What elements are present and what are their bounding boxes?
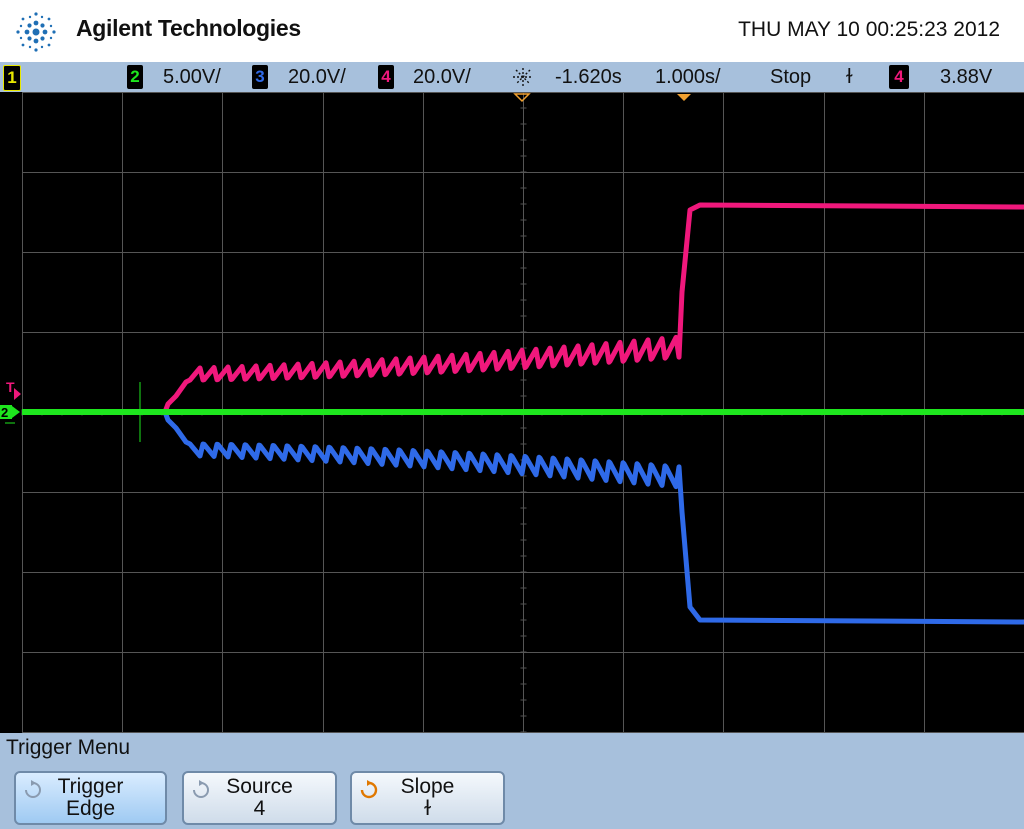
- trigger-source-softkey[interactable]: Source 4: [182, 771, 337, 825]
- waveform-canvas: T 2: [0, 92, 1024, 733]
- trigger-delay-icon: [513, 68, 533, 86]
- ch3-indicator[interactable]: 3: [252, 65, 268, 89]
- ch2-ground-arrow: [12, 406, 20, 418]
- softkey-menu: Trigger Menu Trigger Edge Source 4 Slope…: [0, 733, 1024, 829]
- trigger-level[interactable]: 3.88V: [940, 65, 992, 89]
- timebase-scale[interactable]: 1.000s/: [655, 65, 721, 89]
- trigger-level-arrow: [14, 388, 21, 400]
- trigger-slope-symbol: ɫ: [846, 66, 853, 88]
- softkey-label: Slope: [400, 775, 455, 798]
- waveform-display[interactable]: T 2: [0, 92, 1024, 733]
- softkey-value: 4: [253, 797, 266, 820]
- trigger-time-marker[interactable]: [677, 94, 691, 101]
- ch4-indicator[interactable]: 4: [378, 65, 394, 89]
- trigger-level-marker[interactable]: T: [6, 379, 15, 395]
- horizontal-delay[interactable]: -1.620s: [555, 65, 622, 89]
- softkey-label: Source: [226, 775, 293, 798]
- header-bar: Agilent Technologies THU MAY 10 00:25:23…: [0, 0, 1024, 62]
- brand-name: Agilent Technologies: [76, 15, 301, 41]
- ch3-waveform: [162, 411, 1024, 625]
- softkey-value: Edge: [65, 797, 116, 820]
- ch2-indicator[interactable]: 2: [127, 65, 143, 89]
- agilent-spark-logo-icon: [16, 12, 56, 52]
- ch2-ground-marker[interactable]: 2: [1, 405, 8, 420]
- status-bar: 1 2 5.00V/ 3 20.0V/ 4 20.0V/ -1.620s 1.0…: [0, 62, 1024, 92]
- trigger-slope-softkey[interactable]: Slope ɫ: [350, 771, 505, 825]
- softkey-value: ɫ: [424, 797, 431, 820]
- softkey-label: Trigger: [57, 775, 124, 798]
- ch4-scale[interactable]: 20.0V/: [413, 65, 471, 89]
- menu-title: Trigger Menu: [6, 736, 131, 759]
- date-time: THU MAY 10 00:25:23 2012: [738, 18, 1000, 41]
- ch3-scale[interactable]: 20.0V/: [288, 65, 346, 89]
- ch4-waveform: [162, 202, 1024, 413]
- trigger-source-indicator: 4: [889, 65, 909, 89]
- run-state: Stop: [770, 66, 812, 88]
- ch2-scale[interactable]: 5.00V/: [163, 65, 221, 89]
- delay-reference-marker[interactable]: [513, 93, 531, 103]
- ch1-indicator[interactable]: 1: [3, 65, 21, 91]
- trigger-mode-softkey[interactable]: Trigger Edge: [14, 771, 167, 825]
